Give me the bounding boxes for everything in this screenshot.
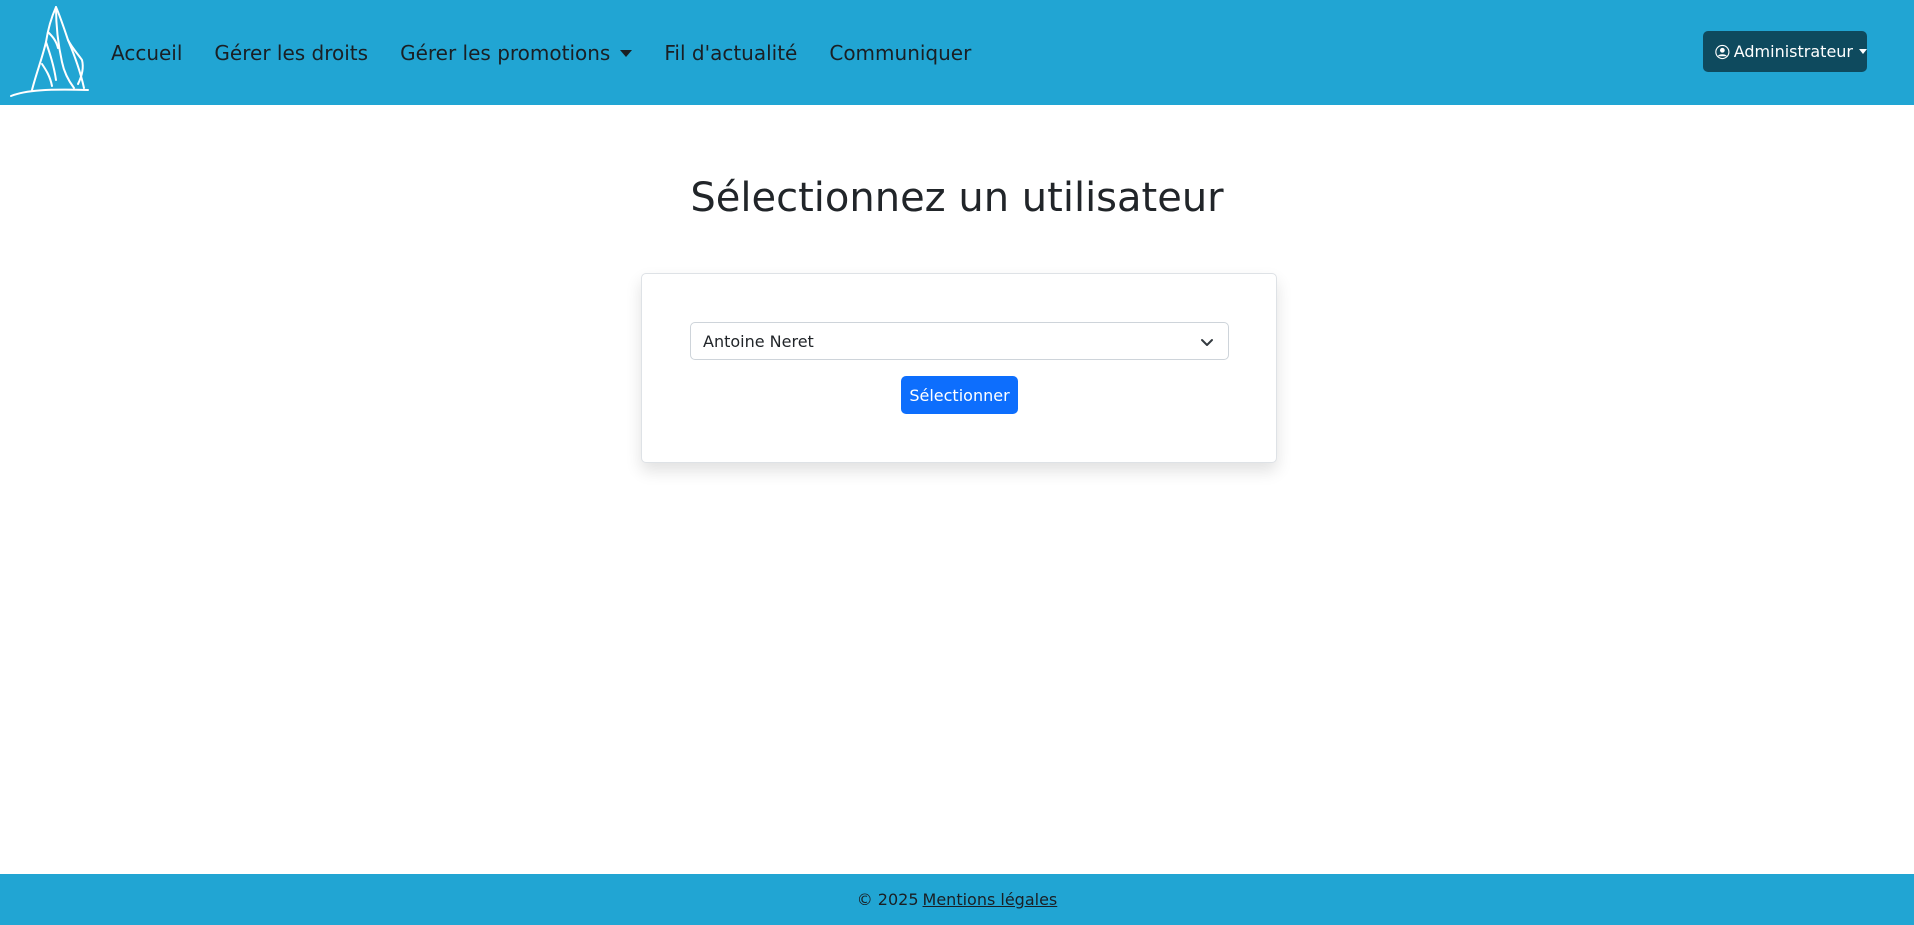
praying-hands-logo[interactable] (8, 4, 90, 98)
legal-notice-link[interactable]: Mentions légales (923, 890, 1058, 909)
user-menu-button[interactable]: Administrateur (1703, 31, 1867, 72)
user-menu-label: Administrateur (1733, 42, 1853, 61)
nav-communiquer[interactable]: Communiquer (829, 41, 971, 65)
user-select-value: Antoine Neret (703, 331, 814, 351)
copyright-text: © 2025 (856, 890, 919, 909)
footer: © 2025 Mentions légales (0, 874, 1914, 925)
chevron-down-icon (1201, 339, 1213, 346)
user-circle-icon (1715, 44, 1730, 59)
nav-accueil[interactable]: Accueil (111, 41, 182, 65)
nav-gerer-promotions-label: Gérer les promotions (400, 40, 611, 65)
caret-down-icon (620, 50, 633, 57)
main-nav: Accueil Gérer les droits Gérer les promo… (111, 0, 1003, 105)
nav-gerer-droits[interactable]: Gérer les droits (214, 41, 368, 65)
top-navbar: Accueil Gérer les droits Gérer les promo… (0, 0, 1914, 105)
select-user-button[interactable]: Sélectionner (901, 376, 1018, 414)
user-select[interactable]: Antoine Neret (690, 322, 1229, 360)
nav-gerer-promotions[interactable]: Gérer les promotions (400, 40, 633, 65)
page-title: Sélectionnez un utilisateur (690, 175, 1224, 221)
caret-down-icon (1859, 49, 1867, 54)
nav-fil-actualite[interactable]: Fil d'actualité (664, 41, 797, 65)
user-select-card: Antoine Neret Sélectionner (641, 273, 1277, 463)
